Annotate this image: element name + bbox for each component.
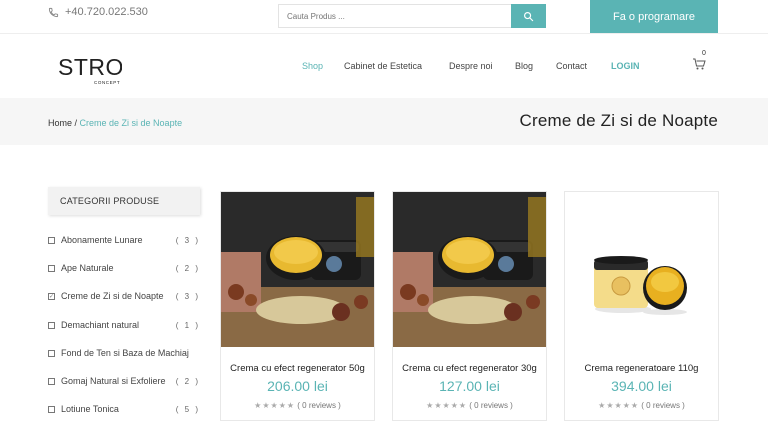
category-item[interactable]: Abonamente Lunare ( 3 )	[48, 233, 200, 247]
page-banner: Home / Creme de Zi si de Noapte Creme de…	[0, 98, 768, 145]
product-price: 394.00 lei	[611, 378, 672, 394]
category-item[interactable]: Fond de Ten si Baza de Machiaj	[48, 346, 200, 360]
rating-stars-icon: ★★★★★	[254, 401, 296, 410]
product-card[interactable]: Crema cu efect regenerator 30g 127.00 le…	[392, 191, 547, 421]
product-image[interactable]	[393, 192, 546, 347]
category-label: Abonamente Lunare	[61, 235, 143, 245]
category-count: ( 3 )	[175, 291, 200, 301]
category-item[interactable]: Demachiant natural ( 1 )	[48, 318, 200, 332]
strop-logo[interactable]: STROP CONCEPT	[56, 48, 122, 88]
rating-stars-icon: ★★★★★	[598, 401, 640, 410]
product-name[interactable]: Crema cu efect regenerator 30g	[393, 363, 546, 374]
cart-icon[interactable]	[692, 56, 706, 72]
review-count: ( 0 reviews )	[297, 401, 341, 410]
checkbox-icon[interactable]	[48, 264, 55, 272]
category-label: Fond de Ten si Baza de Machiaj	[61, 348, 189, 358]
phone-icon	[48, 7, 59, 17]
category-count: ( 5 )	[175, 404, 200, 414]
product-rating: ★★★★★ ( 0 reviews )	[221, 401, 374, 410]
product-name[interactable]: Crema regeneratoare 110g	[565, 363, 718, 374]
nav-login[interactable]: LOGIN	[611, 61, 640, 71]
category-label: Demachiant natural	[61, 320, 140, 330]
phone-contact[interactable]: +40.720.022.530	[48, 6, 148, 18]
nav-despre[interactable]: Despre noi	[449, 61, 493, 71]
appointment-button[interactable]: Fa o programare	[590, 0, 718, 33]
category-label: Ape Naturale	[61, 263, 114, 273]
product-card[interactable]: Crema regeneratoare 110g 394.00 lei ★★★★…	[564, 191, 719, 421]
checkbox-icon[interactable]	[48, 349, 55, 357]
cart-count: 0	[702, 50, 706, 57]
category-label: Lotiune Tonica	[61, 404, 119, 414]
search-button[interactable]	[511, 4, 546, 28]
breadcrumb: Home / Creme de Zi si de Noapte	[48, 118, 182, 128]
breadcrumb-separator: /	[72, 118, 80, 128]
category-sidebar: CATEGORII PRODUSE Abonamente Lunare ( 3 )…	[48, 187, 200, 414]
category-count: ( 2 )	[175, 263, 200, 273]
checkbox-icon[interactable]	[48, 236, 55, 244]
main-header: STROP CONCEPT Shop Cabinet de Estetica D…	[0, 33, 768, 98]
nav-contact[interactable]: Contact	[556, 61, 587, 71]
category-label: Gomaj Natural si Exfoliere	[61, 376, 166, 386]
search-input[interactable]	[278, 4, 511, 28]
category-label: Creme de Zi si de Noapte	[61, 291, 164, 301]
category-item[interactable]: Lotiune Tonica ( 5 )	[48, 402, 200, 416]
breadcrumb-current: Creme de Zi si de Noapte	[79, 118, 183, 128]
product-image[interactable]	[565, 192, 718, 347]
product-rating: ★★★★★ ( 0 reviews )	[565, 401, 718, 410]
product-name[interactable]: Crema cu efect regenerator 50g	[221, 363, 374, 374]
review-count: ( 0 reviews )	[641, 401, 685, 410]
checkbox-icon[interactable]	[48, 405, 55, 413]
page-title: Creme de Zi si de Noapte	[519, 111, 718, 130]
nav-cabinet[interactable]: Cabinet de Estetica	[344, 61, 422, 71]
category-item[interactable]: Ape Naturale ( 2 )	[48, 261, 200, 275]
rating-stars-icon: ★★★★★	[426, 401, 468, 410]
category-item[interactable]: ✓ Creme de Zi si de Noapte ( 3 )	[48, 289, 200, 303]
checkbox-icon[interactable]	[48, 321, 55, 329]
search-icon	[524, 11, 534, 21]
checkbox-icon[interactable]	[48, 377, 55, 385]
product-card[interactable]: Crema cu efect regenerator 50g 206.00 le…	[220, 191, 375, 421]
search-form	[278, 4, 546, 28]
nav-shop[interactable]: Shop	[302, 61, 323, 71]
product-rating: ★★★★★ ( 0 reviews )	[393, 401, 546, 410]
breadcrumb-home[interactable]: Home	[48, 118, 72, 128]
category-count: ( 3 )	[175, 235, 200, 245]
category-heading: CATEGORII PRODUSE	[48, 187, 200, 215]
product-image[interactable]	[221, 192, 374, 347]
product-price: 206.00 lei	[267, 378, 328, 394]
checkbox-checked-icon[interactable]: ✓	[48, 292, 55, 300]
logo-sub-text: CONCEPT	[94, 80, 120, 85]
product-price: 127.00 lei	[439, 378, 500, 394]
category-item[interactable]: Gomaj Natural si Exfoliere ( 2 )	[48, 374, 200, 388]
logo-main-text: STROP	[58, 54, 122, 80]
nav-blog[interactable]: Blog	[515, 61, 533, 71]
top-bar: +40.720.022.530 Fa o programare	[0, 0, 768, 33]
phone-number: +40.720.022.530	[65, 6, 148, 18]
category-count: ( 2 )	[175, 376, 200, 386]
category-count: ( 1 )	[175, 320, 200, 330]
review-count: ( 0 reviews )	[469, 401, 513, 410]
